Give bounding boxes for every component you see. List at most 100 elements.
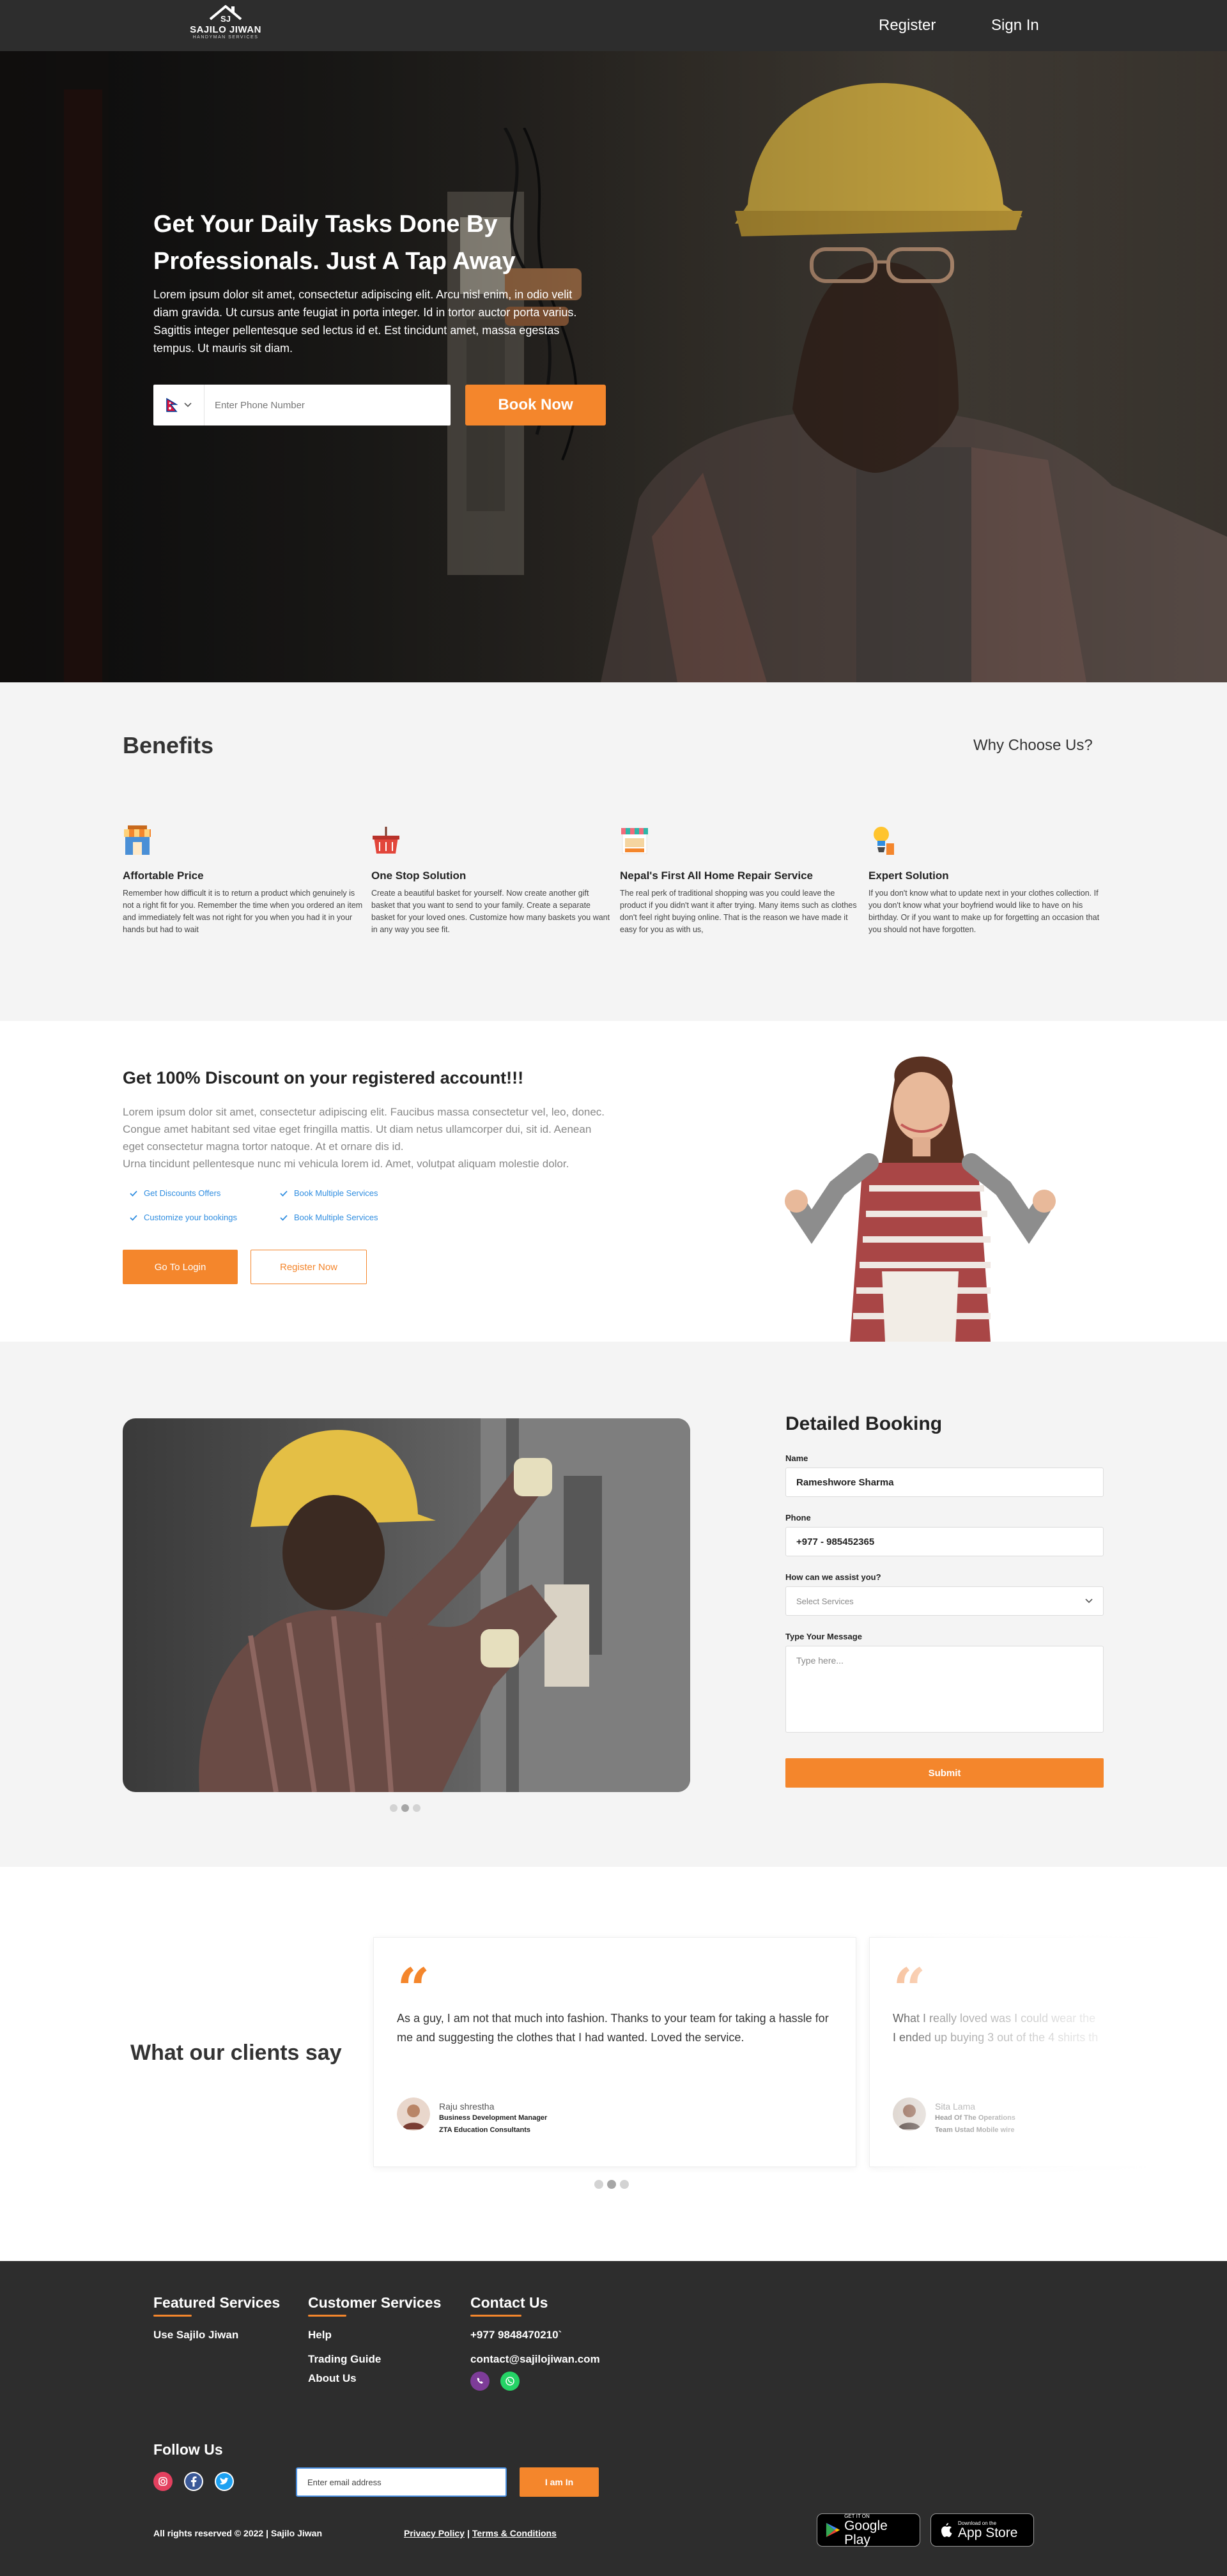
help-link[interactable]: Help <box>308 2329 332 2342</box>
facebook-icon[interactable] <box>184 2472 203 2491</box>
follow-us-heading: Follow Us <box>153 2441 223 2458</box>
use-sajilo-jiwan-link[interactable]: Use Sajilo Jiwan <box>153 2329 238 2342</box>
carousel-dot[interactable] <box>413 1804 421 1812</box>
customer-services-heading: Customer Services <box>308 2294 442 2311</box>
benefit-title: One Stop Solution <box>371 870 467 882</box>
chevron-down-icon <box>183 402 192 408</box>
legal-links: Privacy Policy | Terms & Conditions <box>404 2528 557 2538</box>
terms-link[interactable]: Terms & Conditions <box>472 2528 557 2538</box>
quote-icon: “ <box>397 1961 430 1999</box>
copyright-text: All rights reserved © 2022 | Sajilo Jiwa… <box>153 2528 323 2538</box>
brand-name: SAJILO JIWAN <box>190 24 261 35</box>
benefit-title: Affortable Price <box>123 870 204 882</box>
phone-label: Phone <box>785 1513 811 1522</box>
phone-number-input[interactable] <box>204 385 447 425</box>
benefit-description: If you don't know what to update next in… <box>868 889 1100 934</box>
testimonial-text: As a guy, I am not that much into fashio… <box>397 2012 829 2044</box>
avatar <box>893 2097 926 2131</box>
service-label: How can we assist you? <box>785 1572 881 1582</box>
google-play-icon <box>826 2522 840 2538</box>
name-field[interactable]: Rameshwore Sharma <box>785 1468 1104 1497</box>
i-am-in-button[interactable]: I am In <box>520 2467 599 2497</box>
carousel-dot-active[interactable] <box>607 2180 616 2189</box>
book-now-button[interactable]: Book Now <box>465 385 606 425</box>
brand-logo[interactable]: SJ SAJILO JIWAN HANDYMAN SERVICES <box>184 3 267 49</box>
discount-title: Get 100% Discount on your registered acc… <box>123 1068 524 1087</box>
checklist-item: Book Multiple Services <box>280 1188 378 1198</box>
newsletter-email-input[interactable] <box>296 2467 507 2497</box>
benefit-title: Expert Solution <box>868 870 949 882</box>
service-select[interactable]: Select Services <box>785 1586 1104 1616</box>
twitter-icon[interactable] <box>215 2472 234 2491</box>
testimonial-company: ZTA Education Consultants <box>439 2126 530 2134</box>
contact-email[interactable]: contact@sajilojiwan.com <box>470 2353 600 2366</box>
testimonial-card-next: “ What I really loved was I could wear t… <box>869 1937 1227 2167</box>
carousel-dot[interactable] <box>390 1804 397 1812</box>
message-textarea[interactable]: Type here... <box>785 1646 1104 1733</box>
phone-input-group <box>153 385 451 425</box>
testimonial-name: Sita Lama <box>935 2101 976 2112</box>
benefit-description: The real perk of traditional shopping wa… <box>620 889 857 934</box>
shopping-basket-icon <box>373 827 399 854</box>
why-choose-us-heading: Why Choose Us? <box>973 737 1093 754</box>
app-store-badge[interactable]: Download on the App Store <box>930 2513 1034 2547</box>
quote-icon: “ <box>893 1961 926 1999</box>
check-icon <box>280 1215 288 1221</box>
site-footer: Featured Services Use Sajilo Jiwan Custo… <box>0 2261 1227 2576</box>
phone-field[interactable]: +977 - 985452365 <box>785 1527 1104 1556</box>
discount-section: Get 100% Discount on your registered acc… <box>0 1021 1227 1342</box>
google-play-badge[interactable]: GET IT ON Google Play <box>817 2513 920 2547</box>
instagram-icon[interactable] <box>153 2472 173 2491</box>
benefit-description: Create a beautiful basket for yourself. … <box>371 889 610 934</box>
chevron-down-icon <box>1085 1598 1093 1604</box>
testimonial-role: Head Of The Operations <box>935 2114 1015 2122</box>
top-header: SJ SAJILO JIWAN HANDYMAN SERVICES Regist… <box>0 0 1227 51</box>
featured-services-heading: Featured Services <box>153 2294 281 2311</box>
go-to-login-button[interactable]: Go To Login <box>123 1250 238 1284</box>
booking-carousel-image <box>123 1418 690 1792</box>
nepal-flag-icon <box>166 398 178 412</box>
nav-signin-link[interactable]: Sign In <box>991 17 1039 34</box>
hero-description: Lorem ipsum dolor sit amet, consectetur … <box>153 288 577 355</box>
whatsapp-icon[interactable] <box>500 2372 520 2391</box>
trading-guide-link[interactable]: Trading Guide <box>308 2353 381 2366</box>
carousel-dot[interactable] <box>620 2180 629 2189</box>
checklist-item: Get Discounts Offers <box>130 1188 220 1198</box>
benefits-section: Benefits Why Choose Us? Affortable Price… <box>0 682 1227 1021</box>
viber-icon[interactable] <box>470 2372 490 2391</box>
booking-section: Detailed Booking Name Rameshwore Sharma … <box>0 1342 1227 1867</box>
register-now-button[interactable]: Register Now <box>251 1250 367 1284</box>
house-logo-icon: SJ <box>209 5 242 24</box>
testimonial-card: “ As a guy, I am not that much into fash… <box>373 1937 856 2167</box>
expert-lightbulb-icon <box>874 827 894 855</box>
carousel-dots <box>390 1804 421 1812</box>
testimonial-text: What I really loved was I could wear the… <box>893 2012 1099 2044</box>
contact-us-heading: Contact Us <box>470 2294 548 2311</box>
carousel-dot-active[interactable] <box>401 1804 409 1812</box>
testimonials-title: What our clients say <box>130 2041 342 2065</box>
svg-text:SJ: SJ <box>220 14 231 24</box>
brand-tagline: HANDYMAN SERVICES <box>192 35 259 40</box>
message-label: Type Your Message <box>785 1632 862 1641</box>
benefit-description: Remember how difficult it is to return a… <box>123 889 363 934</box>
submit-button[interactable]: Submit <box>785 1758 1104 1788</box>
nav-register-link[interactable]: Register <box>879 17 936 34</box>
benefit-item: Affortable Price Remember how difficult … <box>123 824 366 936</box>
testimonial-dots <box>594 2180 629 2189</box>
testimonials-section: What our clients say “ As a guy, I am no… <box>0 1867 1227 2261</box>
check-icon <box>280 1190 288 1197</box>
privacy-policy-link[interactable]: Privacy Policy <box>404 2528 465 2538</box>
about-us-link[interactable]: About Us <box>308 2372 357 2385</box>
benefit-item: Nepal's First All Home Repair Service Th… <box>620 824 863 936</box>
store-price-icon <box>124 825 151 855</box>
carousel-dot[interactable] <box>594 2180 603 2189</box>
avatar <box>397 2097 430 2131</box>
testimonial-name: Raju shrestha <box>439 2101 495 2112</box>
benefits-title: Benefits <box>123 732 214 758</box>
contact-phone[interactable]: +977 9848470210` <box>470 2329 562 2342</box>
country-code-select[interactable] <box>153 385 204 425</box>
hero-section: Get Your Daily Tasks Done By Professiona… <box>0 51 1227 682</box>
testimonial-role: Business Development Manager <box>439 2114 548 2122</box>
check-icon <box>130 1190 137 1197</box>
woman-thumbs-up-illustration <box>785 1056 1056 1342</box>
